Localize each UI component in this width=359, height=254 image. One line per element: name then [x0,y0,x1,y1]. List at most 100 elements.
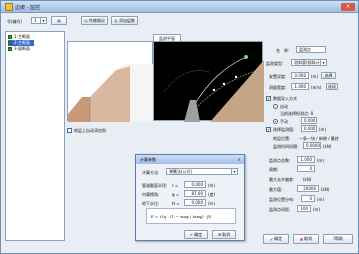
table-icon: ▤ [84,18,88,23]
dialog-cancel-label: 取消 [222,231,231,237]
dist-unit: (m) [313,207,321,212]
width-unit: (m/s) [311,85,322,90]
close-button[interactable]: × [341,3,355,11]
depth-label: 安置深度: [269,74,287,79]
r3-field[interactable]: 0.000 [184,199,206,206]
r3-symbol: H = [172,201,180,206]
r2-field[interactable]: 87.00 [184,190,206,197]
dialog-title: 计算参数 [136,155,244,164]
dist-label: 监测点间距: [269,207,291,212]
toolbar-btn-3-label: 添加层数 [118,17,135,23]
r2-symbol: φ = [172,192,180,197]
opt-field[interactable]: 0.000 [301,125,317,132]
opt-label: 选择监测值: [273,127,295,132]
toolbar-btn-2-label: 传输情况 [88,17,105,23]
depth-field[interactable]: 0.000 [291,72,309,79]
auto-radio-label: 自动 [280,104,288,109]
check-icon: ✔ [189,232,194,237]
type-select-value: 测斜管(倾斜计) [294,60,322,65]
cons-label: 监测点总数: [269,158,291,163]
auto-radio[interactable] [273,104,278,109]
freq-label: 周期: [269,167,279,172]
node-icon [8,35,12,39]
opt-checkbox[interactable]: ✔ [266,127,271,132]
r1-symbol: r = [172,183,179,188]
calc-dialog: 计算参数 × 计算方法: 弹簧法(公式) ▾ 管道截面半径: r = 0.000… [135,154,245,241]
width-option-button[interactable]: 选项 [326,83,338,90]
name-field[interactable]: 监测点 [296,46,326,53]
r1-label: 管道截面半径: [142,183,168,188]
manual-field[interactable]: 0.000 [301,117,317,124]
import-mode-label: 数据导入方式 [273,96,297,101]
loc-label: 监测位置分布: [269,197,295,202]
r1-unit: (m) [208,183,216,188]
cross-icon: ✖ [299,236,304,242]
r3-label: 地下水位: [142,201,160,206]
line2-unit: (kN) [323,144,332,149]
dialog-cancel-button[interactable]: ✖ 取消 [212,230,236,239]
method-label: 计算方法: [142,170,160,175]
import-mode-checkbox[interactable]: ✔ [266,96,271,101]
line-label: 地层位置: [273,136,291,141]
node-icon [8,41,12,45]
chevron-down-icon: ▾ [320,60,326,65]
toolbar-label: 号(编号) [7,19,23,24]
loc-unit: (m) [317,197,325,202]
dist-field[interactable]: 100 [297,205,311,212]
r2-label: 内摩擦角: [142,192,160,197]
depth-unit: (m) [311,74,319,79]
r1-field[interactable]: 0.000 [184,181,206,188]
r2-unit: (度) [208,192,216,197]
tree-item-label: 3-副断面 [14,46,30,51]
maxv2-field[interactable]: 20000 [297,185,319,192]
title-bar: 边坡 - 监控 × [1,1,358,13]
toolbar-btn-3[interactable]: ▥ 添加层数 [111,16,138,25]
help-button[interactable]: ?帮助 [323,234,353,244]
section-tree[interactable]: 1-主断面 2-主断面 3-副断面 [5,31,65,241]
loc-field[interactable]: 0 [301,195,315,202]
layers-icon: ▥ [114,18,118,23]
ok-button-label: 确定 [274,236,283,241]
toolbar-btn-2[interactable]: ▤ 传输情况 [81,16,108,25]
slope-drawing [68,64,154,122]
depth-select-button[interactable]: 选择 [321,72,336,79]
method-select-value: 弹簧法(公式) [169,169,193,174]
cancel-button[interactable]: ✖ 取消 [293,234,319,244]
maxv-unit: (kN) [303,177,312,182]
width-field[interactable]: 1.000 [291,83,309,90]
cross-icon: ✖ [217,232,222,237]
section-combo[interactable]: 1 ▾ [31,17,47,24]
chevron-down-icon: ▾ [231,169,237,174]
line2-field[interactable]: 0.0000 [303,142,321,149]
app-icon [5,3,13,11]
check-icon: ✔ [269,236,274,242]
node-icon [8,47,12,51]
freq-field[interactable]: 0 [297,165,315,172]
main-window: 边坡 - 监控 × 号(编号) 1 ▾ ▦ ▤ 传输情况 ▥ 添加层数 1-主断… [0,0,359,254]
name-label: 名 称: [276,48,290,53]
manual-radio[interactable] [273,119,278,124]
method-select[interactable]: 弹簧法(公式) ▾ [166,168,238,175]
cancel-button-label: 取消 [304,236,313,241]
type-select[interactable]: 测斜管(倾斜计) ▾ [291,59,327,66]
section-combo-value: 1 [34,18,37,23]
toolbar-btn-1[interactable]: ▦ [51,16,67,25]
section-preview [67,41,154,122]
ok-button[interactable]: ✔ 确定 [263,234,289,244]
formula-box: F = √(η · (1 − sinφ / tanφ) · β) [146,208,236,224]
monitor-drawing [163,55,264,122]
cons-field[interactable]: 1.000 [297,156,315,163]
formula-text: F = √(η · (1 − sinφ / tanφ) · β) [151,214,212,219]
monitor-preview [153,41,264,122]
type-label: 监测类型: [266,61,284,66]
width-label: 测量宽度: [269,85,287,90]
dialog-close-icon[interactable]: × [236,157,242,162]
dialog-ok-button[interactable]: ✔ 确定 [184,230,208,239]
window-title: 边坡 - 监控 [15,5,40,11]
opt-unit: (m) [319,127,327,132]
auto-add-checkbox[interactable] [67,128,72,133]
maxv-label: 最大允许偏差: [269,177,295,182]
maxv2-unit: (kN) [321,187,330,192]
chevron-down-icon: ▾ [40,18,46,23]
tree-item[interactable]: 3-副断面 [8,46,30,52]
